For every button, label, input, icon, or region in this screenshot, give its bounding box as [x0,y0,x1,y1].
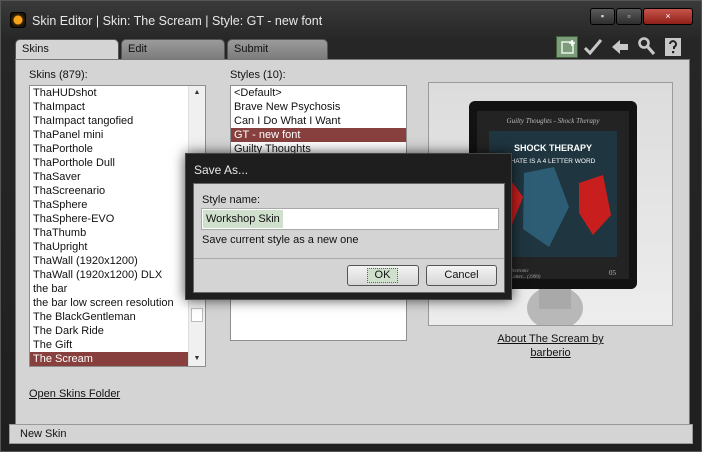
style-name-value: Workshop Skin [203,210,283,228]
style-name-label: Style name: [202,194,261,206]
modal-overlay: Save As... Style name: Workshop Skin Sav… [0,0,702,452]
dialog-title: Save As... [194,163,249,177]
dialog-hint: Save current style as a new one [202,234,359,246]
ok-button-label: OK [367,268,398,283]
cancel-button[interactable]: Cancel [426,265,497,286]
save-as-dialog: Save As... Style name: Workshop Skin Sav… [185,153,512,300]
dialog-divider [194,258,504,259]
style-name-input[interactable]: Workshop Skin [201,208,499,230]
dialog-body: Style name: Workshop Skin Save current s… [193,183,505,293]
ok-button[interactable]: OK [347,265,419,286]
